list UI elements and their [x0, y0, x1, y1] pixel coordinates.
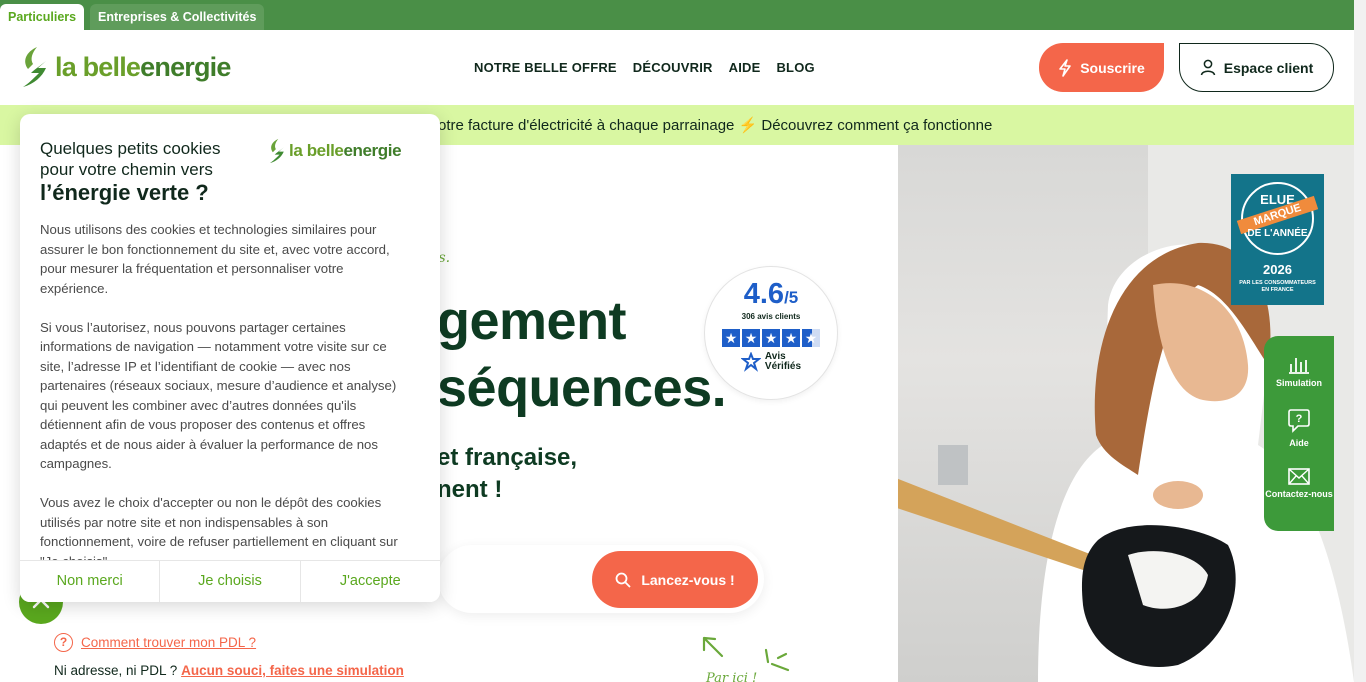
side-action-panel: Simulation ? Aide Contactez-nous [1264, 336, 1334, 531]
cookie-brand-wordmark: la belleenergie [289, 141, 402, 161]
half-star-icon: ★ [802, 329, 820, 347]
cookie-brand-logo: la belleenergie [268, 138, 402, 164]
segment-bar: Particuliers Entreprises & Collectivités [0, 0, 1366, 30]
subscribe-button[interactable]: Souscrire [1039, 43, 1164, 92]
side-simulation[interactable]: Simulation [1264, 354, 1334, 388]
nav-notre-belle-offre[interactable]: NOTRE BELLE OFFRE [474, 60, 617, 75]
arrow-note: Par ici ! [705, 671, 757, 682]
page-scrollbar[interactable] [1354, 0, 1366, 682]
logo-part2: energie [140, 51, 231, 82]
accept-cookies-button[interactable]: J'accepte [301, 561, 440, 602]
leaf-bolt-icon [269, 138, 284, 164]
pdl-help[interactable]: ? Comment trouver mon PDL ? [54, 633, 256, 652]
bolt-icon [1059, 58, 1072, 77]
award-year: 2026 [1263, 262, 1292, 277]
cookie-consent-modal: Quelques petits cookies pour votre chemi… [20, 114, 440, 602]
logo-part1: la belle [55, 51, 141, 82]
client-space-label: Espace client [1223, 59, 1314, 76]
nav-blog[interactable]: BLOG [776, 60, 814, 75]
choose-cookies-button[interactable]: Je choisis [160, 561, 301, 602]
rating-stars: ★ ★ ★ ★ ★ [705, 329, 837, 347]
cookie-paragraph-3: Vous avez le choix d'accepter ou non le … [40, 495, 398, 560]
nav-decouvrir[interactable]: DÉCOUVRIR [633, 60, 713, 75]
arrow-doodle: Par ici ! [702, 636, 790, 682]
award-note: PAR LES CONSOMMATEURS EN FRANCE [1239, 280, 1316, 293]
site-header: la belleenergie NOTRE BELLE OFFRE DÉCOUV… [0, 30, 1354, 105]
star-icon: ★ [762, 329, 780, 347]
avis-verifies-logo: Avis Vérifiés [705, 352, 837, 372]
simulation-link[interactable]: Aucun souci, faites une simulation [181, 663, 404, 678]
side-contact[interactable]: Contactez-nous [1264, 468, 1334, 499]
main-nav: NOTRE BELLE OFFRE DÉCOUVRIR AIDE BLOG [474, 60, 831, 75]
cookie-text-scroll[interactable]: Nous utilisons des cookies et technologi… [40, 220, 412, 560]
rating-score: 4.6/5 [705, 278, 837, 311]
cookie-paragraph-2: Si vous l’autorisez, nous pouvons partag… [40, 319, 397, 472]
refuse-cookies-button[interactable]: Non merci [20, 561, 161, 602]
nav-aide[interactable]: AIDE [729, 60, 761, 75]
side-aide[interactable]: ? Aide [1264, 408, 1334, 448]
client-space-button[interactable]: Espace client [1179, 43, 1334, 92]
help-bubble-icon: ? [1288, 409, 1310, 433]
pdl-link[interactable]: Comment trouver mon PDL ? [81, 635, 256, 650]
launch-label: Lancez-vous ! [641, 571, 735, 588]
cookie-logo-part2: energie [343, 141, 402, 160]
star-icon: ★ [722, 329, 740, 347]
launch-button[interactable]: Lancez-vous ! [592, 551, 758, 608]
mail-icon [1288, 468, 1310, 485]
chart-icon [1289, 358, 1309, 374]
rating-out-of: /5 [784, 288, 799, 307]
avis-verifies-icon [740, 352, 761, 372]
brand-logo[interactable]: la belleenergie [20, 46, 231, 88]
no-address-line: Ni adresse, ni PDL ? Aucun souci, faites… [54, 663, 404, 678]
star-icon: ★ [742, 329, 760, 347]
search-icon [615, 572, 631, 588]
hero-title-line1: gement [437, 291, 627, 351]
award-badge: ELUE MARQUE DE L'ANNÉE 2026 PAR LES CONS… [1231, 174, 1324, 305]
rating-badge[interactable]: 4.6/5 306 avis clients ★ ★ ★ ★ ★ Avis Vér… [704, 266, 838, 400]
subscribe-label: Souscrire [1080, 59, 1145, 76]
cookie-actions: Non merci Je choisis J'accepte [20, 560, 440, 602]
no-address-text: Ni adresse, ni PDL ? [54, 663, 178, 678]
svg-text:?: ? [1296, 413, 1303, 425]
side-contact-label: Contactez-nous [1265, 489, 1333, 499]
avis-line2: Vérifiés [764, 361, 802, 372]
tab-entreprises[interactable]: Entreprises & Collectivités [90, 4, 265, 30]
brand-wordmark: la belleenergie [55, 52, 231, 83]
rating-score-value: 4.6 [743, 278, 785, 310]
side-aide-label: Aide [1289, 438, 1309, 448]
hero-title-line2: séquences. [437, 358, 727, 418]
cookie-title-bold: l’énergie verte ? [40, 180, 209, 205]
cookie-title-line1: Quelques petits cookies [40, 139, 221, 158]
cookie-title-line2: pour votre chemin vers [40, 160, 213, 179]
rating-count: 306 avis clients [741, 312, 801, 321]
hero-subtitle-line1: et française, [437, 444, 578, 471]
promo-text: otre facture d'électricité à chaque parr… [438, 117, 993, 134]
star-icon: ★ [782, 329, 800, 347]
hero-subtitle-line2: nent ! [437, 476, 503, 503]
cookie-paragraph-1: Nous utilisons des cookies et technologi… [40, 222, 390, 296]
user-icon [1200, 59, 1215, 76]
tab-particuliers[interactable]: Particuliers [0, 4, 85, 30]
question-icon: ? [54, 633, 73, 652]
leaf-bolt-icon [23, 47, 46, 87]
avis-verifies-text: Avis Vérifiés [765, 352, 801, 372]
cookie-title: Quelques petits cookies pour votre chemi… [40, 138, 221, 180]
side-simulation-label: Simulation [1275, 378, 1322, 388]
award-line3: DE L'ANNÉE [1247, 228, 1308, 239]
cookie-logo-part1: la belle [289, 141, 344, 160]
